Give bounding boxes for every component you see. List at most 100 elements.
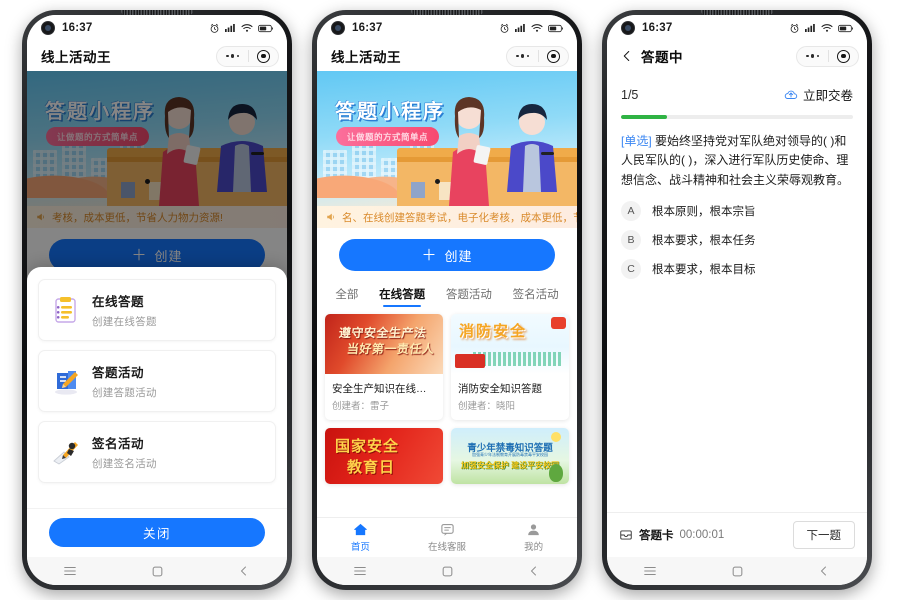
answer-option-c[interactable]: C 根本要求，根本目标	[621, 258, 853, 279]
thumbnail-text: 遵守安全生产法	[338, 326, 428, 340]
bottom-tab-bar: 首页 在线客服 我的	[317, 517, 577, 557]
signal-icon	[515, 24, 525, 32]
home-square-icon[interactable]	[114, 565, 201, 578]
miniprogram-capsule[interactable]	[216, 45, 279, 67]
status-bar: 16:37	[27, 15, 287, 41]
status-time: 16:37	[62, 22, 93, 34]
miniprogram-capsule[interactable]	[796, 45, 859, 67]
tab-signature-activity[interactable]: 签名活动	[511, 282, 561, 308]
alarm-icon	[500, 23, 509, 33]
user-profile-icon	[528, 524, 539, 536]
quiz-header: 1/5 立即交卷	[607, 71, 867, 104]
activity-card[interactable]: 消防安全 消防安全知识答题 创建者：晓阳	[451, 314, 569, 420]
tabbar-label: 在线客服	[428, 542, 467, 553]
notice-text: 名、在线创建答题考试，电子化考核，成本更低，节省人	[342, 211, 577, 224]
miniprogram-capsule[interactable]	[506, 45, 569, 67]
menu-icon[interactable]	[317, 564, 404, 578]
more-dots-icon[interactable]	[217, 54, 248, 58]
tab-quiz-activity[interactable]: 答题活动	[444, 282, 494, 308]
quiz-footer: 答题卡 00:00:01 下一题	[607, 512, 867, 557]
close-button[interactable]: 关闭	[49, 518, 265, 547]
android-nav-bar	[607, 557, 867, 585]
woman-illustration	[449, 97, 491, 206]
activity-card[interactable]: 国家安全 教育日	[325, 428, 443, 484]
back-chevron-icon[interactable]	[780, 565, 867, 577]
option-online-quiz[interactable]: 在线答题 创建在线答题	[38, 279, 276, 341]
back-chevron-icon[interactable]	[490, 565, 577, 577]
tab-label: 答题活动	[445, 289, 492, 301]
back-chevron-icon[interactable]	[621, 50, 633, 62]
submit-paper-button[interactable]: 立即交卷	[784, 85, 853, 104]
option-title: 答题活动	[92, 366, 145, 380]
tabbar-item-profile[interactable]: 我的	[490, 522, 577, 553]
badge-decor	[551, 317, 566, 329]
more-dots-icon[interactable]	[507, 54, 538, 58]
hero-banner[interactable]: 答题小程序 让做题的方式简单点	[317, 71, 577, 206]
android-nav-bar	[317, 557, 577, 585]
tab-online-quiz[interactable]: 在线答题	[377, 282, 427, 308]
tab-all[interactable]: 全部	[333, 282, 360, 308]
back-chevron-icon[interactable]	[200, 565, 287, 577]
phone-2-frame: 16:37 线上活动王 答题小程序 让做题的方式简单点 名、在线创建答题考试，电…	[312, 10, 582, 590]
phone-2-screen: 答题小程序 让做题的方式简单点 名、在线创建答题考试，电子化考核，成本更低，节省…	[317, 71, 577, 557]
option-quiz-activity[interactable]: 答题活动 创建答题活动	[38, 350, 276, 412]
menu-icon[interactable]	[27, 564, 114, 578]
action-sheet-footer: 关闭	[27, 508, 287, 557]
battery-icon	[258, 24, 273, 32]
miniprogram-nav-bar: 线上活动王	[317, 41, 577, 71]
card-author: 创建者：晓阳	[458, 401, 516, 412]
tabbar-item-home[interactable]: 首页	[317, 522, 404, 553]
next-question-button[interactable]: 下一题	[792, 521, 855, 549]
front-camera-icon	[621, 21, 635, 35]
option-label: 根本要求，根本目标	[652, 263, 756, 276]
card-title: 消防安全知识答题	[458, 383, 542, 395]
banner-title: 答题小程序	[335, 101, 445, 123]
earpiece-speaker-icon	[701, 10, 773, 15]
target-icon[interactable]	[539, 49, 568, 63]
home-square-icon[interactable]	[404, 565, 491, 578]
home-square-icon[interactable]	[694, 565, 781, 578]
upload-cloud-icon	[784, 90, 798, 99]
activity-card[interactable]: 青少年禁毒知识答题 加强青少年法制教育开展防毒禁毒平安校园 加强安全保护 建设平…	[451, 428, 569, 484]
front-camera-icon	[41, 21, 55, 35]
megaphone-icon	[327, 213, 335, 221]
target-icon[interactable]	[829, 49, 858, 63]
answer-card-icon	[620, 530, 632, 540]
banner-subtitle-pill: 让做题的方式简单点	[336, 127, 440, 146]
category-tabs: 全部 在线答题 答题活动 签名活动	[317, 280, 577, 308]
option-key: C	[621, 258, 641, 279]
tab-label: 全部	[335, 289, 359, 301]
signal-icon	[225, 24, 235, 32]
quiz-timer: 00:00:01	[679, 529, 725, 541]
target-icon[interactable]	[249, 49, 278, 63]
tab-label: 签名活动	[512, 289, 559, 301]
tab-label: 在线答题	[379, 289, 426, 301]
question-text: [单选] 要始终坚持党对军队绝对领导的( )和人民军队的( )，深入进行军队历史…	[621, 132, 853, 191]
answer-option-b[interactable]: B 根本要求，根本任务	[621, 229, 853, 250]
phone-3-screen: 1/5 立即交卷 [单选] 要始终坚持党对军队绝对领导的( )和人民军队的( )…	[607, 71, 867, 557]
question-body: 要始终坚持党对军队绝对领导的( )和人民军队的( )，深入进行军队历史使命、理想…	[621, 133, 850, 188]
create-button[interactable]: ＋ 创建	[339, 239, 555, 271]
option-signature-activity[interactable]: 签名活动 创建签名活动	[38, 421, 276, 483]
status-bar: 16:37	[607, 15, 867, 41]
question-type-tag: [单选]	[621, 133, 652, 148]
menu-icon[interactable]	[607, 564, 694, 578]
thumbnail-text: 消防安全	[459, 324, 528, 340]
clipboard-list-icon	[51, 295, 81, 325]
phone-1-screen: 答题小程序 让做题的方式简单点 考核，成本更低，节省人力物力资源! ＋ 创建 在…	[27, 71, 287, 557]
create-action-sheet: 在线答题 创建在线答题 答题活动 创建答题活动 签名活动 创建签名活动 关闭	[27, 267, 287, 557]
book-quiz-icon	[51, 366, 81, 396]
android-nav-bar	[27, 557, 287, 585]
answer-card-button[interactable]: 答题卡 00:00:01	[619, 527, 724, 543]
answer-option-a[interactable]: A 根本原则，根本宗旨	[621, 200, 853, 221]
close-button-label: 关闭	[142, 527, 171, 541]
page-title: 线上活动王	[41, 50, 111, 65]
more-dots-icon[interactable]	[797, 54, 828, 58]
create-area: ＋ 创建	[317, 228, 577, 280]
tabbar-item-support[interactable]: 在线客服	[404, 522, 491, 553]
page-title: 答题中	[641, 50, 683, 65]
thumbnail-slogan: 加强安全保护 建设平安校园	[460, 461, 560, 470]
option-key: A	[621, 200, 641, 221]
activity-card[interactable]: 遵守安全生产法 当好第一责任人 安全生产知识在线答题 创建者：雷子	[325, 314, 443, 420]
skyline-decor	[473, 352, 563, 366]
